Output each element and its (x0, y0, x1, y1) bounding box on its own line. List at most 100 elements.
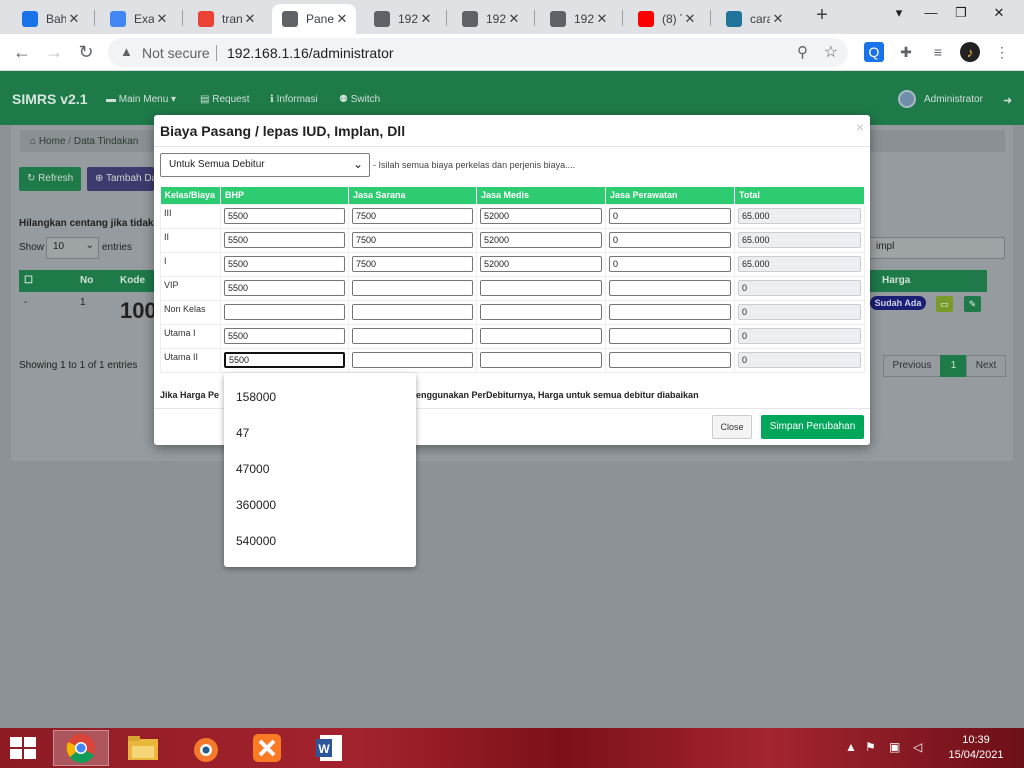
breadcrumb-home[interactable]: Home (39, 136, 66, 147)
xampp-icon[interactable] (239, 730, 295, 766)
browser-tab[interactable]: (8) T✕ (628, 4, 704, 34)
sarana-input[interactable] (352, 304, 473, 320)
taskbar-clock[interactable]: 10:39 15/04/2021 (944, 733, 1008, 763)
add-button[interactable]: ⊕ Tambah Da (87, 167, 154, 191)
file-explorer-icon[interactable] (115, 730, 171, 766)
pagination-page[interactable]: 1 (940, 355, 967, 377)
autocomplete-option[interactable]: 47 (224, 415, 416, 451)
select-all-checkbox[interactable]: ☐ (24, 275, 33, 286)
media-queue-icon[interactable]: ≡ (928, 42, 948, 62)
tab-close-icon[interactable]: ✕ (418, 11, 434, 27)
minimize-button[interactable]: — (916, 2, 946, 24)
sarana-input[interactable] (352, 232, 473, 248)
profile-avatar-icon[interactable]: ♪ (960, 42, 980, 62)
address-bar[interactable]: ▲ Not secure 192.168.1.16/administrator … (108, 38, 848, 67)
th-no[interactable]: No (80, 275, 93, 286)
browser-tab[interactable]: cara✕ (716, 4, 792, 34)
extensions-puzzle-icon[interactable]: ✚ (896, 42, 916, 62)
app-brand[interactable]: SIMRS v2.1 (12, 91, 87, 107)
sarana-input[interactable] (352, 208, 473, 224)
sarana-input[interactable] (352, 352, 473, 368)
nav-main-menu[interactable]: ▬ Main Menu ▾ (106, 94, 176, 105)
th-kode[interactable]: Kode (120, 275, 145, 286)
browser-tab[interactable]: 192.✕ (540, 4, 616, 34)
bhp-input[interactable] (224, 280, 345, 296)
tab-close-icon[interactable]: ✕ (682, 11, 698, 27)
tab-close-icon[interactable]: ✕ (242, 11, 258, 27)
bhp-input[interactable] (224, 352, 345, 368)
forward-icon[interactable]: → (42, 40, 66, 64)
medis-input[interactable] (480, 352, 602, 368)
perawatan-input[interactable] (609, 208, 731, 224)
sarana-input[interactable] (352, 328, 473, 344)
pagination-previous[interactable]: Previous (883, 355, 941, 377)
bhp-input[interactable] (224, 208, 345, 224)
network-icon[interactable]: ▣ (889, 740, 900, 754)
browser-tab[interactable]: trans✕ (188, 4, 264, 34)
bhp-input[interactable] (224, 232, 345, 248)
extension-search-icon[interactable]: Q (864, 42, 884, 62)
sarana-input[interactable] (352, 256, 473, 272)
bookmark-star-icon[interactable]: ☆ (824, 42, 838, 62)
windows-start-button[interactable] (10, 737, 38, 761)
user-menu[interactable]: Administrator (898, 90, 983, 108)
window-close-button[interactable]: ✕ (984, 2, 1014, 24)
chrome-icon[interactable] (53, 730, 109, 766)
zoom-icon[interactable]: ⚲ (797, 43, 808, 61)
blender-icon[interactable] (177, 730, 233, 766)
tab-close-icon[interactable]: ✕ (594, 11, 610, 27)
logout-icon[interactable]: ➜ (1003, 94, 1012, 107)
reload-icon[interactable]: ↻ (74, 40, 98, 64)
medis-input[interactable] (480, 232, 602, 248)
back-icon[interactable]: ← (10, 40, 34, 64)
browser-tab[interactable]: Baha✕ (12, 4, 88, 34)
url-text[interactable]: 192.168.1.16/administrator (227, 45, 394, 61)
search-input[interactable]: impl (870, 237, 1005, 259)
medis-input[interactable] (480, 280, 602, 296)
bhp-input[interactable] (224, 304, 345, 320)
th-harga[interactable]: Harga (882, 275, 910, 286)
debitur-select[interactable]: Untuk Semua Debitur ⌄ (160, 153, 370, 177)
close-button[interactable]: Close (712, 415, 752, 439)
perawatan-input[interactable] (609, 328, 731, 344)
tab-close-icon[interactable]: ✕ (334, 11, 350, 27)
tab-search-icon[interactable]: ▾ (884, 2, 914, 24)
medis-input[interactable] (480, 256, 602, 272)
tab-close-icon[interactable]: ✕ (154, 11, 170, 27)
medis-input[interactable] (480, 208, 602, 224)
autocomplete-option[interactable]: 540000 (224, 523, 416, 559)
browser-tab[interactable]: 192.✕ (452, 4, 528, 34)
sarana-input[interactable] (352, 280, 473, 296)
bhp-input[interactable] (224, 256, 345, 272)
tab-close-icon[interactable]: ✕ (506, 11, 522, 27)
browser-tab[interactable]: Exan✕ (100, 4, 176, 34)
edit-icon[interactable]: ✎ (964, 296, 981, 312)
pagination-next[interactable]: Next (966, 355, 1006, 377)
nav-informasi[interactable]: ℹ Informasi (270, 94, 318, 105)
medis-input[interactable] (480, 304, 602, 320)
save-button[interactable]: Simpan Perubahan (761, 415, 864, 439)
medis-input[interactable] (480, 328, 602, 344)
nav-switch[interactable]: ⚉ Switch (339, 94, 380, 105)
browser-tab[interactable]: Pane ✕ (272, 4, 356, 34)
word-icon[interactable]: W (301, 730, 357, 766)
browser-menu-icon[interactable]: ⋮ (992, 42, 1012, 62)
browser-tab[interactable]: 192.✕ (364, 4, 440, 34)
perawatan-input[interactable] (609, 352, 731, 368)
new-tab-button[interactable]: + (812, 5, 832, 26)
tray-chevron-icon[interactable]: ▲ (845, 740, 857, 754)
tab-close-icon[interactable]: ✕ (770, 11, 786, 27)
perawatan-input[interactable] (609, 304, 731, 320)
perawatan-input[interactable] (609, 256, 731, 272)
refresh-button[interactable]: ↻ Refresh (19, 167, 82, 191)
bhp-input[interactable] (224, 328, 345, 344)
nav-request[interactable]: ▤ Request (200, 94, 249, 105)
autocomplete-option[interactable]: 158000 (224, 379, 416, 415)
autocomplete-option[interactable]: 47000 (224, 451, 416, 487)
page-length-select[interactable]: 10 ⌄ (46, 237, 99, 259)
action-center-icon[interactable]: ⚑ (865, 740, 876, 754)
modal-close-icon[interactable]: × (856, 119, 864, 135)
folder-icon[interactable]: ▭ (936, 296, 953, 312)
autocomplete-option[interactable]: 360000 (224, 487, 416, 523)
volume-icon[interactable]: ◁ (913, 740, 922, 754)
